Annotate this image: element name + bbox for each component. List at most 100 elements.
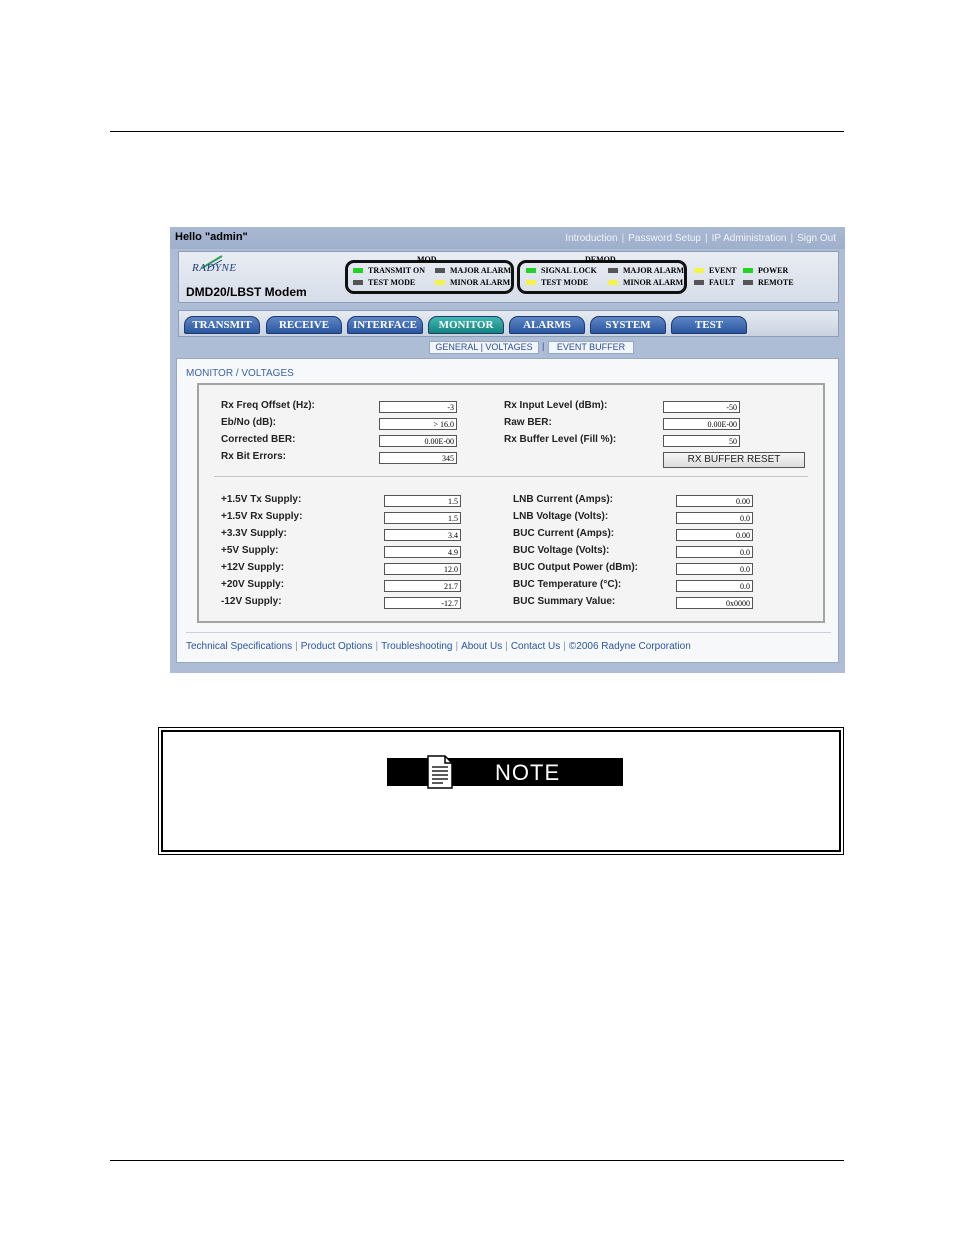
note-box-inner-border: NOTE — [161, 730, 841, 852]
note-box: NOTE — [158, 727, 844, 855]
web-app-screenshot: Hello "admin" Introduction | Password Setu… — [170, 227, 845, 673]
yellow-led-icon — [435, 280, 445, 285]
yellow-led-icon — [526, 280, 536, 285]
off-led-icon — [743, 280, 753, 285]
top-rule — [110, 131, 844, 132]
footer-troubleshooting-link[interactable]: Troubleshooting — [381, 641, 452, 652]
buc-summary-label: BUC Summary Value: — [513, 596, 616, 607]
content-area: MONITOR / VOLTAGES Rx Freq Offset (Hz): … — [176, 358, 839, 663]
led-event: EVENT — [694, 266, 737, 275]
led-power: POWER — [743, 266, 788, 275]
tab-transmit[interactable]: TRANSMIT — [184, 316, 260, 334]
lnb-voltage-field: 0.0 — [676, 512, 753, 524]
tab-alarms[interactable]: ALARMS — [509, 316, 585, 334]
rx-bit-errors-label: Rx Bit Errors: — [221, 451, 287, 462]
buc-temperature-field: 0.0 — [676, 580, 753, 592]
tab-monitor[interactable]: MONITOR — [428, 316, 504, 334]
rx-freq-offset-field: -3 — [379, 401, 457, 413]
off-led-icon — [435, 268, 445, 273]
top-links: Introduction | Password Setup | IP Administr… — [565, 233, 836, 244]
greeting: Hello "admin" — [175, 231, 248, 243]
footer-technical-specifications-link[interactable]: Technical Specifications — [186, 641, 292, 652]
subnav-event-buffer[interactable]: EVENT BUFFER — [548, 341, 634, 354]
rx-input-level-label: Rx Input Level (dBm): — [504, 400, 608, 411]
off-led-icon — [608, 268, 618, 273]
green-led-icon — [743, 268, 753, 273]
minus-12v-supply-label: -12V Supply: — [221, 596, 282, 607]
yellow-led-icon — [608, 280, 618, 285]
tab-interface[interactable]: INTERFACE — [347, 316, 423, 334]
led-demod-major-alarm: MAJOR ALARM — [608, 266, 684, 275]
ebno-field: > 16.0 — [379, 418, 457, 430]
ip-administration-link[interactable]: IP Administration — [712, 233, 787, 244]
minus-12v-supply-field: -12.7 — [384, 597, 461, 609]
rx-buffer-reset-button[interactable]: RX BUFFER RESET — [663, 452, 805, 468]
model-name: DMD20/LBST Modem — [186, 285, 307, 299]
off-led-icon — [694, 280, 704, 285]
tx-1-5v-supply-label: +1.5V Tx Supply: — [221, 494, 302, 505]
20v-supply-label: +20V Supply: — [221, 579, 285, 590]
led-fault: FAULT — [694, 278, 735, 287]
led-transmit-on: TRANSMIT ON — [353, 266, 425, 275]
lnb-current-label: LNB Current (Amps): — [513, 494, 613, 505]
tab-test[interactable]: TEST — [671, 316, 747, 334]
tx-1-5v-supply-field: 1.5 — [384, 495, 461, 507]
buc-temperature-label: BUC Temperature (°C): — [513, 579, 622, 590]
green-led-icon — [526, 268, 536, 273]
mod-title: MOD — [417, 255, 437, 264]
led-mod-major-alarm: MAJOR ALARM — [435, 266, 511, 275]
section-divider — [214, 476, 808, 477]
5v-supply-field: 4.9 — [384, 546, 461, 558]
12v-supply-field: 12.0 — [384, 563, 461, 575]
rx-buffer-level-label: Rx Buffer Level (Fill %): — [504, 434, 617, 445]
tab-receive[interactable]: RECEIVE — [266, 316, 342, 334]
corrected-ber-field: 0.00E-00 — [379, 435, 457, 447]
top-bar: Hello "admin" Introduction | Password Setu… — [170, 227, 845, 249]
led-mod-minor-alarm: MINOR ALARM — [435, 278, 510, 287]
buc-voltage-field: 0.0 — [676, 546, 753, 558]
rx-buffer-level-field: 50 — [663, 435, 740, 447]
bottom-rule — [110, 1160, 844, 1161]
20v-supply-field: 21.7 — [384, 580, 461, 592]
note-banner: NOTE — [387, 755, 623, 789]
subnav-separator: | — [542, 341, 545, 351]
led-demod-test-mode: TEST MODE — [526, 278, 588, 287]
footer-links: Technical Specifications | Product Options… — [186, 641, 691, 652]
buc-summary-field: 0x0000 — [676, 597, 753, 609]
rx-freq-offset-label: Rx Freq Offset (Hz): — [221, 400, 315, 411]
demod-title: DEMOD — [585, 255, 616, 264]
brand-logo: RADYNE — [192, 262, 237, 274]
sign-out-link[interactable]: Sign Out — [797, 233, 836, 244]
rx-bit-errors-field: 345 — [379, 452, 457, 464]
main-tab-bar: TRANSMIT RECEIVE INTERFACE MONITOR ALARM… — [178, 310, 839, 337]
introduction-link[interactable]: Introduction — [565, 233, 617, 244]
3-3v-supply-field: 3.4 — [384, 529, 461, 541]
subnav-general-voltages[interactable]: GENERAL | VOLTAGES — [429, 341, 539, 354]
footer-copyright: ©2006 Radyne Corporation — [568, 641, 691, 652]
12v-supply-label: +12V Supply: — [221, 562, 285, 573]
led-signal-lock: SIGNAL LOCK — [526, 266, 597, 275]
3-3v-supply-label: +3.3V Supply: — [221, 528, 287, 539]
rx-input-level-field: -50 — [663, 401, 740, 413]
buc-output-power-field: 0.0 — [676, 563, 753, 575]
note-label: NOTE — [495, 760, 561, 785]
tab-system[interactable]: SYSTEM — [590, 316, 666, 334]
buc-current-label: BUC Current (Amps): — [513, 528, 615, 539]
footer-product-options-link[interactable]: Product Options — [301, 641, 373, 652]
led-demod-minor-alarm: MINOR ALARM — [608, 278, 683, 287]
raw-ber-field: 0.00E-00 — [663, 418, 740, 430]
buc-voltage-label: BUC Voltage (Volts): — [513, 545, 610, 556]
yellow-led-icon — [694, 268, 704, 273]
rx-1-5v-supply-label: +1.5V Rx Supply: — [221, 511, 303, 522]
buc-output-power-label: BUC Output Power (dBm): — [513, 562, 638, 573]
footer-about-us-link[interactable]: About Us — [461, 641, 502, 652]
password-setup-link[interactable]: Password Setup — [628, 233, 701, 244]
led-mod-test-mode: TEST MODE — [353, 278, 415, 287]
footer-divider — [186, 632, 831, 633]
lnb-voltage-label: LNB Voltage (Volts): — [513, 511, 609, 522]
ebno-label: Eb/No (dB): — [221, 417, 276, 428]
off-led-icon — [353, 280, 363, 285]
green-led-icon — [353, 268, 363, 273]
footer-contact-us-link[interactable]: Contact Us — [511, 641, 560, 652]
lnb-current-field: 0.00 — [676, 495, 753, 507]
